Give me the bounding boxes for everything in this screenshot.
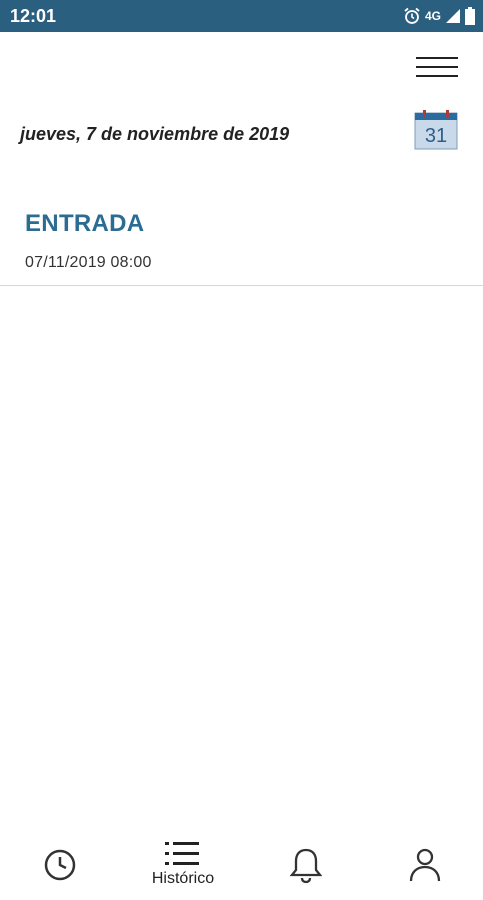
nav-item-clock[interactable] [0, 830, 120, 900]
clock-icon [44, 849, 76, 881]
calendar-icon[interactable]: 31 [414, 110, 458, 150]
list-icon [165, 842, 199, 865]
signal-icon [446, 9, 460, 23]
nav-label-historico: Histórico [151, 870, 215, 887]
selected-date[interactable]: jueves, 7 de noviembre de 2019 [20, 124, 289, 145]
status-icons: 4G [403, 6, 475, 26]
hamburger-menu-icon[interactable] [416, 55, 458, 79]
entry-type: ENTRADA [25, 210, 145, 237]
status-time: 12:01 [10, 6, 57, 26]
nav-item-profile[interactable] [365, 830, 483, 900]
nav-item-notifications[interactable] [246, 830, 366, 900]
status-bar: 12:01 4G [0, 0, 483, 32]
alarm-icon [404, 7, 420, 24]
user-icon [409, 848, 441, 882]
battery-icon [465, 7, 475, 25]
bottom-navigation: Histórico [0, 830, 483, 900]
nav-item-historico[interactable]: Histórico [123, 830, 243, 900]
entry-datetime: 07/11/2019 08:00 [25, 254, 152, 271]
bell-icon [289, 848, 323, 884]
entry-divider [0, 285, 483, 286]
network-type: 4G [424, 9, 441, 23]
calendar-day: 31 [425, 125, 447, 147]
